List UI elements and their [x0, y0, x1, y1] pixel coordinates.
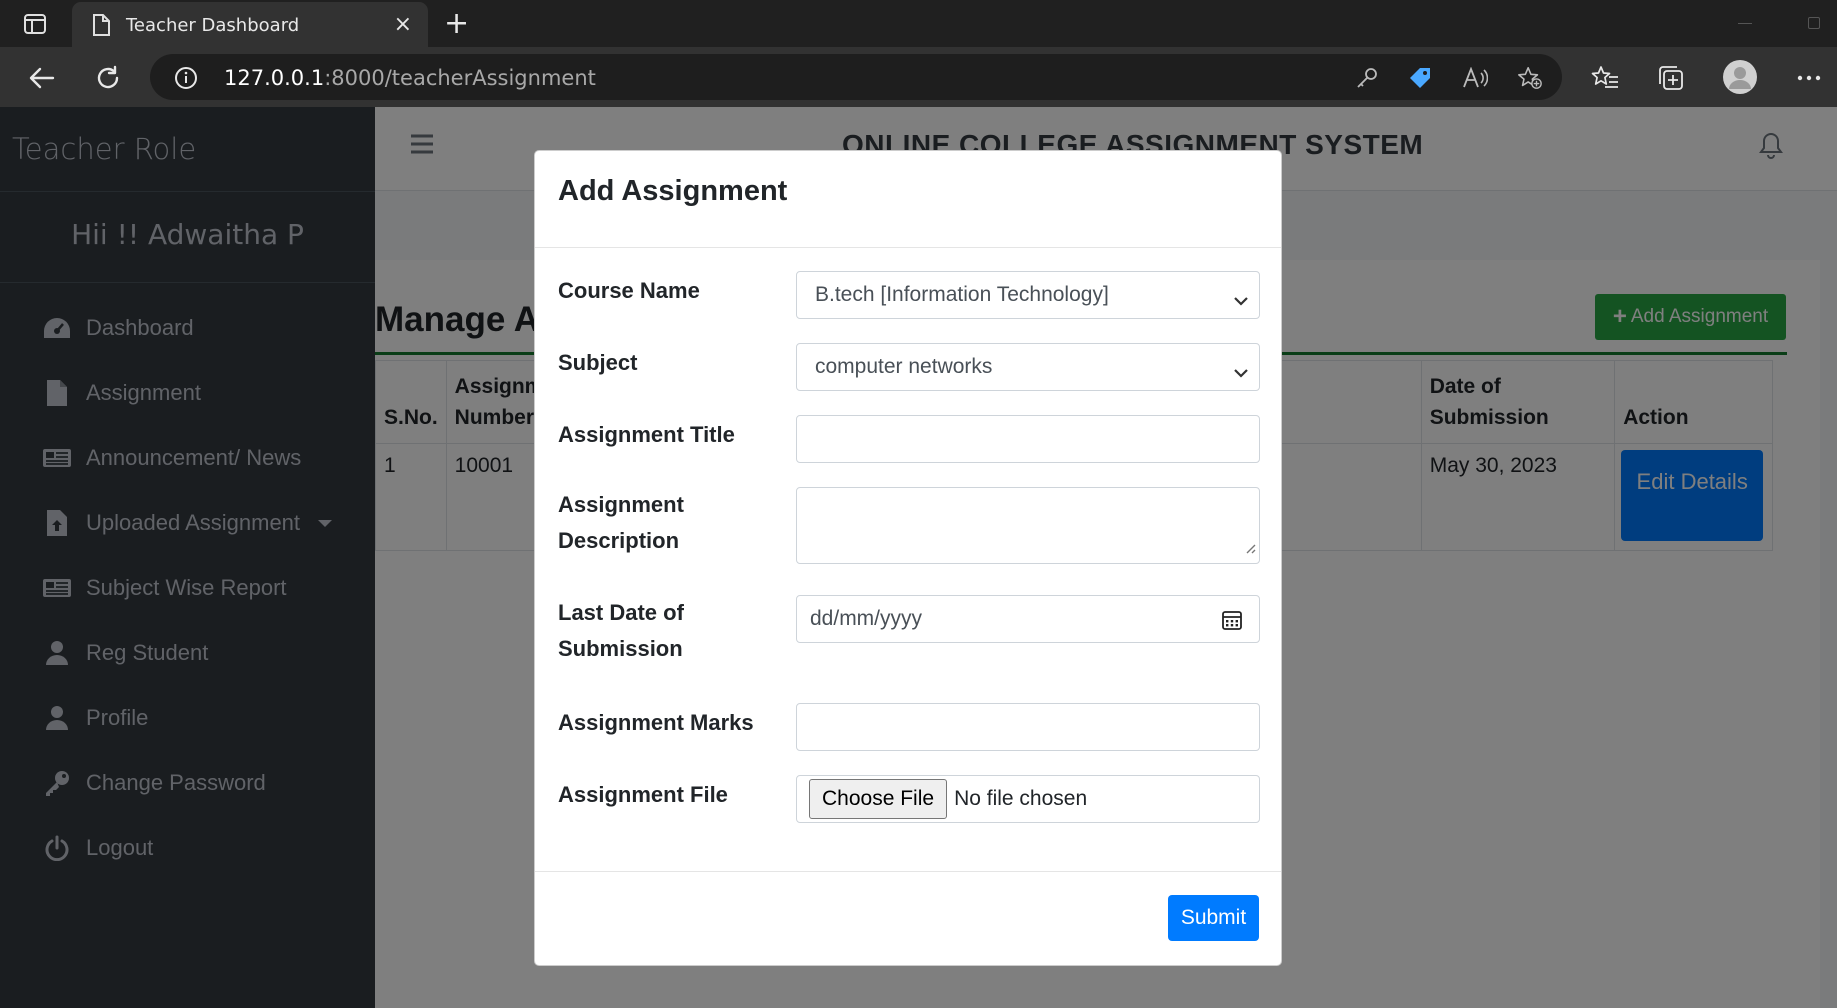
tab-actions-icon[interactable] — [18, 10, 52, 38]
more-options-icon[interactable] — [1794, 64, 1824, 92]
browser-tab[interactable]: Teacher Dashboard × — [72, 2, 428, 47]
marks-label: Assignment Marks — [558, 710, 754, 735]
assignment-file-input: Choose File No file chosen — [796, 775, 1260, 823]
lastdate-label: Last Date of Submission — [558, 600, 684, 661]
close-tab-icon[interactable]: × — [394, 12, 412, 37]
course-select[interactable]: B.tech [Information Technology] — [796, 271, 1260, 319]
subject-select[interactable]: computer networks — [796, 343, 1260, 391]
favorites-icon[interactable] — [1590, 64, 1620, 92]
read-aloud-icon[interactable] — [1462, 65, 1488, 91]
file-status-text: No file chosen — [954, 787, 1088, 810]
course-selected-value: B.tech [Information Technology] — [815, 283, 1109, 306]
last-date-input[interactable]: dd/mm/yyyy — [796, 595, 1260, 643]
add-favorite-icon[interactable] — [1517, 65, 1543, 91]
resize-grip-icon[interactable] — [1244, 536, 1256, 560]
modal-footer: Submit — [535, 871, 1281, 967]
subject-label: Subject — [558, 350, 638, 375]
profile-avatar-icon[interactable] — [1722, 59, 1758, 95]
address-toolbar: 127.0.0.1:8000/teacherAssignment — [0, 47, 1837, 107]
browser-tab-bar: Teacher Dashboard × + — [0, 0, 1837, 47]
assignment-title-input[interactable] — [796, 415, 1260, 463]
key-icon[interactable] — [1354, 65, 1380, 91]
title-label: Assignment Title — [558, 422, 735, 447]
submit-button[interactable]: Submit — [1168, 895, 1259, 941]
modal-title: Add Assignment — [535, 151, 1281, 248]
subject-selected-value: computer networks — [815, 355, 993, 378]
description-label: Assignment Description — [558, 492, 684, 553]
collections-icon[interactable] — [1656, 64, 1686, 92]
chevron-down-icon — [1233, 360, 1249, 384]
site-info-icon[interactable] — [174, 66, 198, 95]
course-label: Course Name — [558, 278, 700, 303]
coupon-tag-icon[interactable] — [1407, 65, 1433, 91]
assignment-description-textarea[interactable] — [796, 487, 1260, 564]
assignment-marks-input[interactable] — [796, 703, 1260, 751]
chevron-down-icon — [1233, 288, 1249, 312]
back-icon[interactable] — [26, 62, 58, 94]
address-bar[interactable]: 127.0.0.1:8000/teacherAssignment — [150, 54, 1562, 100]
file-label: Assignment File — [558, 782, 728, 807]
maximize-icon[interactable] — [1808, 17, 1820, 29]
url-text: 127.0.0.1:8000/teacherAssignment — [224, 66, 596, 90]
minimize-icon[interactable] — [1738, 23, 1752, 24]
new-tab-button[interactable]: + — [444, 6, 469, 41]
date-placeholder: dd/mm/yyyy — [810, 607, 923, 630]
page-icon — [92, 14, 110, 41]
tab-title: Teacher Dashboard — [126, 15, 300, 36]
add-assignment-modal: Add Assignment Course Name B.tech [Infor… — [534, 150, 1282, 966]
url-path: :8000/teacherAssignment — [324, 66, 596, 90]
calendar-icon[interactable] — [1221, 609, 1243, 637]
choose-file-button[interactable]: Choose File — [809, 779, 948, 819]
url-host: 127.0.0.1 — [224, 66, 325, 90]
refresh-icon[interactable] — [92, 62, 124, 94]
